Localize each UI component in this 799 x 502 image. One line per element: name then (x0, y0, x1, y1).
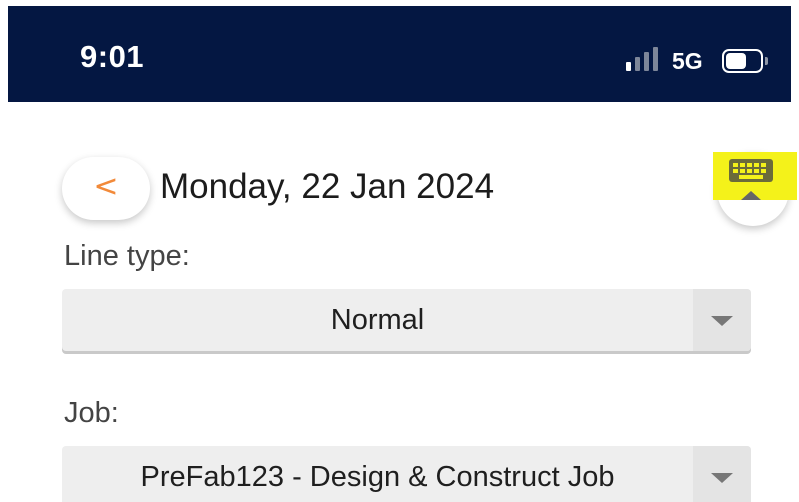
network-type: 5G (672, 48, 703, 74)
status-bar: 9:01 5G (8, 6, 791, 102)
battery-icon (722, 49, 768, 73)
status-time: 9:01 (80, 39, 145, 74)
keyboard-hide-icon[interactable] (727, 156, 775, 206)
chevron-down-icon (711, 473, 733, 483)
signal-strength-icon (626, 45, 664, 71)
line-type-select[interactable]: Normal (62, 289, 751, 351)
line-type-value: Normal (330, 304, 425, 336)
chevron-down-icon (711, 316, 733, 326)
job-select[interactable]: PreFab123 - Design & Construct Job (62, 446, 751, 502)
app-screen: 9:01 5G < Monday, 22 Jan 2024 Line type:… (0, 0, 799, 502)
page-title: Monday, 22 Jan 2024 (160, 167, 495, 206)
job-dropdown-toggle[interactable] (693, 446, 751, 502)
back-button[interactable]: < (62, 157, 150, 220)
job-label: Job: (64, 397, 119, 429)
job-value: PreFab123 - Design & Construct Job (140, 461, 615, 493)
line-type-label: Line type: (64, 240, 190, 272)
line-type-dropdown-toggle[interactable] (693, 289, 751, 351)
chevron-left-icon: < (93, 168, 119, 204)
